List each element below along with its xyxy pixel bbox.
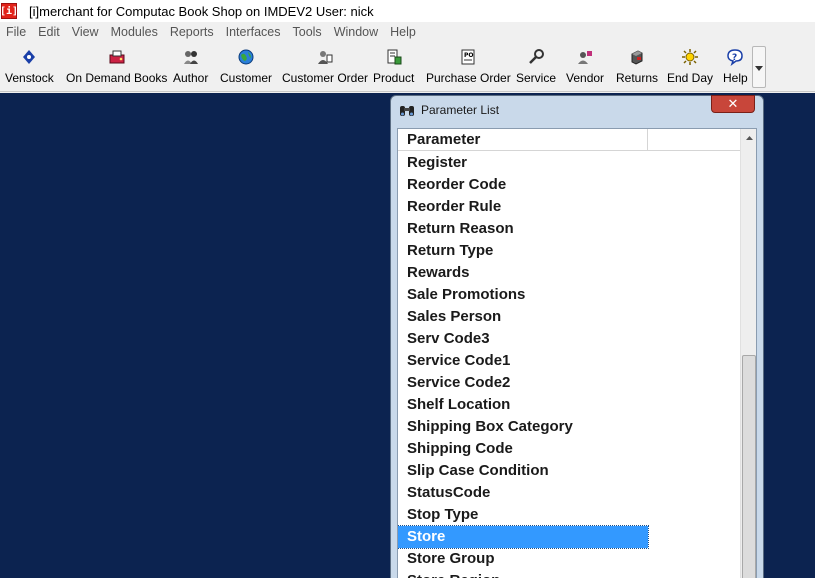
toolbar-overflow-button[interactable]	[752, 46, 766, 88]
window-title: [i]merchant for Computac Book Shop on IM…	[29, 3, 374, 19]
on-demand-books-button[interactable]: On Demand Books	[66, 48, 167, 86]
returns-label: Returns	[616, 71, 659, 85]
service-label: Service	[516, 71, 557, 85]
svg-text:?: ?	[732, 53, 737, 63]
list-rows: Register Reorder Code Reorder Rule Retur…	[398, 152, 740, 578]
chevron-down-icon	[755, 60, 763, 74]
menu-reports[interactable]: Reports	[164, 22, 220, 42]
vendor-label: Vendor	[566, 71, 605, 85]
product-label: Product	[373, 71, 415, 85]
toolbar: Venstock On Demand Books Author Customer…	[0, 42, 815, 92]
chevron-up-icon	[746, 133, 753, 142]
app-icon[interactable]: [i]	[0, 3, 18, 19]
list-item[interactable]: Return Type	[398, 240, 648, 262]
list-item[interactable]: Rewards	[398, 262, 648, 284]
svg-text:PO: PO	[464, 52, 474, 59]
vertical-scrollbar[interactable]	[740, 129, 756, 578]
dialog-title: Parameter List	[421, 103, 500, 117]
globe-icon	[237, 48, 255, 66]
scroll-thumb[interactable]	[742, 355, 756, 578]
end-day-label: End Day	[667, 71, 714, 85]
list-item[interactable]: Sales Person	[398, 306, 648, 328]
venstock-icon	[20, 48, 38, 66]
venstock-button[interactable]: Venstock	[5, 48, 54, 86]
close-button[interactable]: ✕	[711, 95, 755, 113]
menu-file[interactable]: File	[0, 22, 32, 42]
list-item[interactable]: Store Group	[398, 548, 648, 570]
list-item[interactable]: StatusCode	[398, 482, 648, 504]
product-icon	[385, 48, 403, 66]
customer-order-label: Customer Order	[282, 71, 369, 85]
list-item[interactable]: Return Reason	[398, 218, 648, 240]
parameter-list-dialog: Parameter List ✕ Parameter Register Reor…	[390, 95, 764, 578]
vendor-icon	[576, 48, 594, 66]
list-item[interactable]: Shelf Location	[398, 394, 648, 416]
customer-label: Customer	[220, 71, 273, 85]
list-item[interactable]: Store Region	[398, 570, 648, 578]
purchase-order-label: Purchase Order	[426, 71, 511, 85]
list-item-selected[interactable]: Store	[398, 525, 649, 549]
list-item[interactable]: Stop Type	[398, 504, 648, 526]
service-button[interactable]: Service	[516, 48, 556, 86]
product-button[interactable]: Product	[373, 48, 414, 86]
purchase-order-button[interactable]: PO Purchase Order	[426, 48, 511, 86]
list-item[interactable]: Shipping Box Category	[398, 416, 648, 438]
help-label: Help	[723, 71, 748, 85]
menu-view[interactable]: View	[66, 22, 105, 42]
list-item[interactable]: Shipping Code	[398, 438, 648, 460]
returns-icon	[628, 48, 646, 66]
on-demand-books-icon	[108, 48, 126, 66]
list-item[interactable]: Service Code2	[398, 372, 648, 394]
menu-tools[interactable]: Tools	[287, 22, 328, 42]
scroll-up-button[interactable]	[741, 129, 756, 146]
parameter-list[interactable]: Parameter Register Reorder Code Reorder …	[397, 128, 757, 578]
customer-order-button[interactable]: Customer Order	[282, 48, 368, 86]
on-demand-books-label: On Demand Books	[66, 71, 168, 85]
help-icon: ?	[726, 48, 744, 66]
menu-modules[interactable]: Modules	[105, 22, 164, 42]
list-item[interactable]: Reorder Code	[398, 174, 648, 196]
author-icon	[182, 48, 200, 66]
list-item[interactable]: Service Code1	[398, 350, 648, 372]
end-day-button[interactable]: End Day	[667, 48, 713, 86]
customer-button[interactable]: Customer	[220, 48, 272, 86]
sun-icon	[681, 48, 699, 66]
menu-help[interactable]: Help	[384, 22, 422, 42]
title-bar: [i] [i]merchant for Computac Book Shop o…	[0, 0, 815, 22]
list-header: Parameter	[398, 129, 740, 151]
list-item[interactable]: Sale Promotions	[398, 284, 648, 306]
returns-button[interactable]: Returns	[616, 48, 658, 86]
binoculars-icon	[399, 103, 415, 117]
list-item[interactable]: Serv Code3	[398, 328, 648, 350]
list-item[interactable]: Slip Case Condition	[398, 460, 648, 482]
list-item[interactable]: Register	[398, 152, 648, 174]
help-button[interactable]: ? Help	[723, 48, 748, 86]
wrench-icon	[527, 48, 545, 66]
author-button[interactable]: Author	[173, 48, 208, 86]
menu-window[interactable]: Window	[328, 22, 384, 42]
dialog-title-bar[interactable]: Parameter List ✕	[391, 95, 763, 124]
menu-bar: File Edit View Modules Reports Interface…	[0, 22, 815, 42]
purchase-order-icon: PO	[459, 48, 477, 66]
column-header-parameter[interactable]: Parameter	[398, 129, 648, 151]
menu-edit[interactable]: Edit	[32, 22, 66, 42]
venstock-label: Venstock	[5, 71, 54, 85]
list-item[interactable]: Reorder Rule	[398, 196, 648, 218]
vendor-button[interactable]: Vendor	[566, 48, 604, 86]
close-icon: ✕	[727, 96, 739, 111]
author-label: Author	[173, 71, 209, 85]
customer-order-icon	[316, 48, 334, 66]
menu-interfaces[interactable]: Interfaces	[220, 22, 287, 42]
